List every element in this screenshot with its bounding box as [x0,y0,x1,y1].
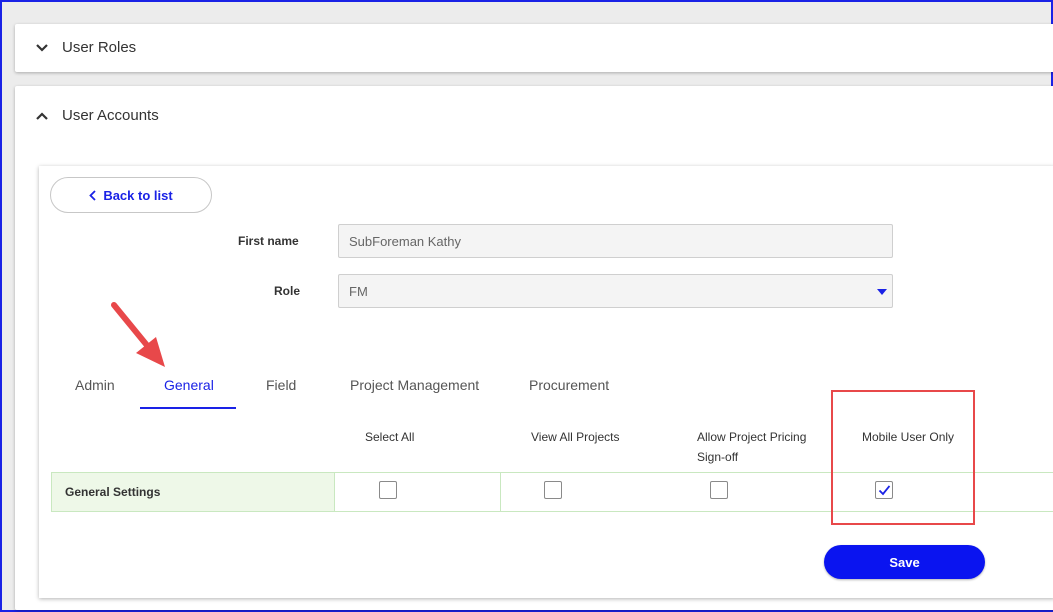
first-name-value: SubForeman Kathy [349,233,462,249]
user-roles-title: User Roles [62,39,137,56]
chevron-left-icon [89,189,96,201]
tab-project-management[interactable]: Project Management [350,377,479,393]
user-roles-header[interactable]: User Roles [35,39,136,56]
annotation-arrow-icon [111,302,165,367]
save-button[interactable]: Save [824,545,985,579]
row-general-settings-label: General Settings [65,485,161,499]
checkbox-select-all[interactable] [379,481,397,499]
role-select[interactable]: FM [338,274,893,308]
row-general-settings: General Settings [51,472,335,512]
column-header-view-all-projects: View All Projects [531,430,620,444]
user-accounts-header[interactable]: User Accounts [35,107,159,124]
annotation-highlight-box [831,390,975,525]
column-header-select-all: Select All [365,430,415,444]
first-name-field[interactable]: SubForeman Kathy [338,224,893,258]
dropdown-arrow-icon[interactable] [877,289,887,295]
role-label: Role [274,284,301,298]
checkbox-allow-pricing-signoff[interactable] [710,481,728,499]
checkbox-view-all-projects[interactable] [544,481,562,499]
chevron-up-icon [36,111,48,120]
save-button-label: Save [889,554,920,570]
user-accounts-title: User Accounts [62,107,159,124]
back-to-list-label: Back to list [103,187,173,203]
active-tab-indicator [140,407,236,409]
column-header-allow-pricing-signoff: Allow Project Pricing Sign-off [697,430,807,464]
row-column-divider [500,472,501,512]
user-roles-card: User Roles [15,24,1053,72]
role-value: FM [349,283,368,299]
back-to-list-button[interactable]: Back to list [50,177,212,213]
tab-admin[interactable]: Admin [75,377,115,393]
chevron-down-icon [36,43,48,52]
tab-general[interactable]: General [164,377,214,393]
first-name-label: First name [238,234,299,248]
tab-procurement[interactable]: Procurement [529,377,609,393]
tab-field[interactable]: Field [266,377,296,393]
